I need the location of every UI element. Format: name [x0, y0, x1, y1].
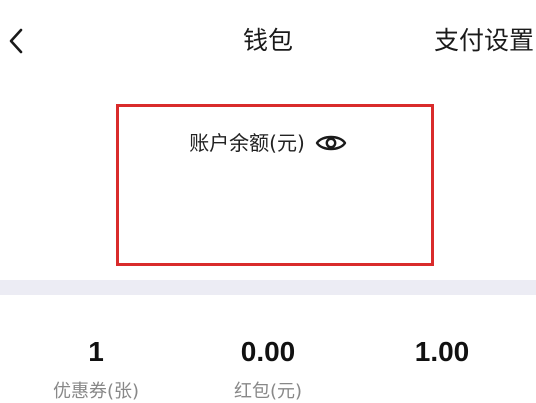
balance-label-row: 账户余额(元)	[0, 128, 536, 158]
red-packet-label: 红包(元)	[233, 381, 303, 402]
eye-icon[interactable]	[315, 132, 347, 154]
payment-settings-button[interactable]: 支付设置	[434, 26, 534, 56]
wallet-stats: 1 优惠券(张) 0.00 红包(元) 1.00	[0, 295, 536, 402]
red-packet-stat[interactable]: 0.00 红包(元)	[188, 335, 348, 403]
coupons-count: 1	[88, 336, 104, 367]
balance-card: 账户余额(元)	[0, 84, 536, 280]
account-balance-label: 账户余额(元)	[189, 131, 305, 155]
red-packet-amount: 0.00	[240, 336, 296, 367]
third-stat-value: 1.00	[414, 336, 470, 367]
section-divider	[0, 280, 536, 295]
navigation-bar: 钱包 支付设置	[0, 0, 536, 84]
third-stat[interactable]: 1.00	[362, 335, 522, 381]
coupons-stat[interactable]: 1 优惠券(张)	[16, 335, 176, 403]
coupons-label: 优惠券(张)	[52, 381, 140, 402]
